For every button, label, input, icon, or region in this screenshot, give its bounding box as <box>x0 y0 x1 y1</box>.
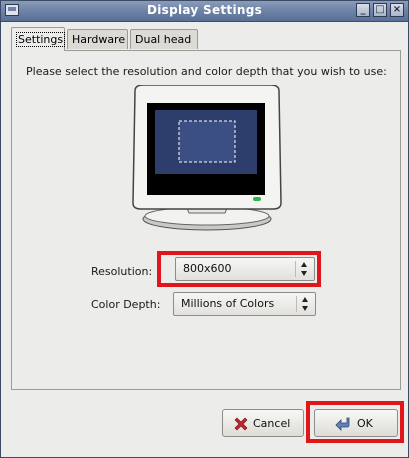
instructions-text: Please select the resolution and color d… <box>26 65 387 78</box>
close-icon[interactable]: × <box>390 3 404 17</box>
ok-highlight <box>306 401 404 443</box>
resolution-label-text: Resolution: <box>91 265 153 278</box>
color-depth-value: Millions of Colors <box>181 297 275 310</box>
window-title: Display Settings <box>146 3 263 17</box>
color-depth-combo[interactable]: Millions of Colors <box>173 292 316 316</box>
resolution-highlight <box>157 251 321 287</box>
minimize-icon[interactable]: _ <box>356 3 370 17</box>
tab-hardware[interactable]: Hardware <box>67 29 128 49</box>
settings-panel: Please select the resolution and color d… <box>11 50 401 390</box>
cancel-button[interactable]: Cancel <box>222 409 304 437</box>
tab-hardware-label: Hardware <box>72 33 126 46</box>
updown-arrows-icon <box>302 297 308 311</box>
resolution-label: Resolution: <box>91 265 152 278</box>
monitor-led-icon <box>253 197 261 201</box>
tab-dual-head[interactable]: Dual head <box>130 29 198 49</box>
monitor-illustration <box>127 84 287 235</box>
tab-dual-head-label: Dual head <box>135 33 192 46</box>
cancel-x-icon <box>234 417 248 431</box>
tab-settings[interactable]: Settings <box>11 27 66 51</box>
cancel-button-label: Cancel <box>253 417 291 430</box>
tab-settings-label: Settings <box>16 32 66 47</box>
color-depth-label-text: Color Depth: <box>91 298 161 311</box>
color-depth-label: Color Depth: <box>91 298 160 311</box>
title-bar[interactable]: Display Settings _ □ × <box>1 1 408 22</box>
maximize-icon[interactable]: □ <box>373 3 387 17</box>
display-settings-window: Display Settings _ □ × Settings Hardware… <box>0 0 409 458</box>
